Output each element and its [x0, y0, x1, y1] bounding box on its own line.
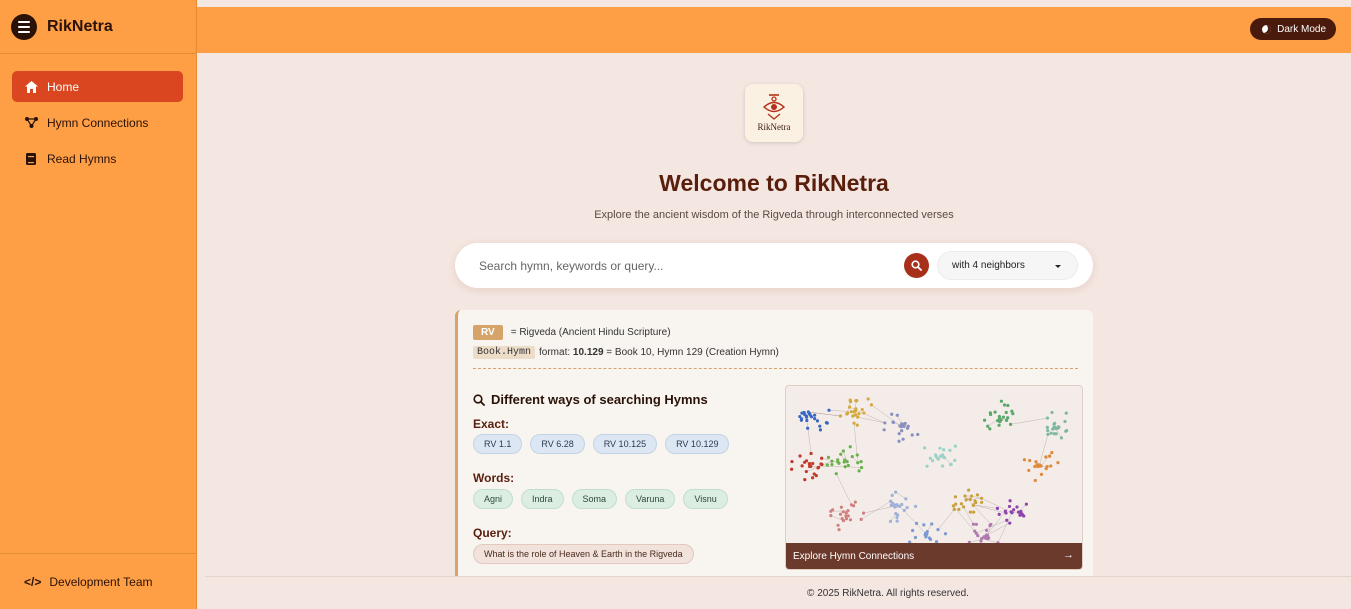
search-input[interactable] [479, 255, 879, 277]
eye-emblem-icon [762, 94, 786, 120]
menu-icon [18, 20, 30, 23]
exact-chips: RV 1.1 RV 6.28 RV 10.125 RV 10.129 [473, 434, 730, 454]
sidebar-item-read-hymns[interactable]: Read Hymns [12, 143, 183, 174]
home-icon [24, 80, 38, 93]
format-code: Book.Hymn [473, 346, 536, 359]
search-ways-heading: Different ways of searching Hymns [473, 392, 708, 407]
arrow-right-icon: → [1063, 549, 1074, 561]
code-icon: </> [24, 574, 42, 589]
page-subtitle: Explore the ancient wisdom of the Rigved… [594, 209, 954, 221]
footer: © 2025 RikNetra. All rights reserved. [205, 576, 1351, 609]
format-legend: Book.Hymn format: 10.129 = Book 10, Hymn… [473, 346, 779, 359]
divider [473, 368, 1078, 369]
moon-icon [1262, 24, 1272, 34]
exact-chip[interactable]: RV 6.28 [530, 434, 585, 454]
word-chip[interactable]: Agni [473, 489, 514, 509]
sidebar-item-label: Home [47, 79, 80, 94]
neighbors-select[interactable]: with 4 neighbors [937, 251, 1078, 280]
search-button[interactable] [904, 253, 929, 278]
sidebar-item-label: Hymn Connections [47, 115, 149, 130]
words-label: Words: [473, 471, 515, 485]
logo-text: RikNetra [757, 122, 791, 132]
rv-description: = Rigveda (Ancient Hindu Scripture) [510, 327, 671, 338]
format-text: format: [539, 347, 571, 358]
words-chips: Agni Indra Soma Varuna Visnu [473, 489, 728, 509]
query-chip[interactable]: What is the role of Heaven & Earth in th… [473, 544, 694, 564]
query-label: Query: [473, 526, 512, 540]
book-icon [24, 152, 38, 165]
chevron-down-icon [1055, 265, 1061, 268]
sidebar: RikNetra Home Hymn Connections Read Hymn… [0, 0, 197, 609]
top-bar: Dark Mode [197, 7, 1351, 53]
query-chips: What is the role of Heaven & Earth in th… [473, 544, 694, 564]
sidebar-header: RikNetra [0, 0, 196, 54]
app-logo: RikNetra [745, 84, 803, 142]
exact-chip[interactable]: RV 10.125 [592, 434, 658, 454]
sidebar-item-development-team[interactable]: </> Development Team [0, 553, 197, 609]
search-icon [911, 260, 922, 271]
word-chip[interactable]: Varuna [625, 489, 676, 509]
exact-chip[interactable]: RV 10.129 [665, 434, 730, 454]
menu-toggle-button[interactable] [11, 13, 37, 40]
sidebar-item-hymn-connections[interactable]: Hymn Connections [12, 107, 183, 138]
format-example: 10.129 [572, 347, 604, 358]
sidebar-footer-label: Development Team [49, 574, 153, 589]
neighbors-selected-value: with 4 neighbors [952, 260, 1025, 271]
sidebar-nav: Home Hymn Connections Read Hymns [0, 54, 196, 174]
dark-mode-label: Dark Mode [1277, 23, 1326, 35]
search-bar: with 4 neighbors [455, 243, 1093, 288]
sidebar-item-label: Read Hymns [47, 151, 117, 166]
word-chip[interactable]: Indra [521, 489, 564, 509]
explore-label: Explore Hymn Connections [793, 550, 915, 562]
word-chip[interactable]: Soma [571, 489, 618, 509]
brand-name: RikNetra [47, 17, 113, 35]
explore-connections-button[interactable]: Explore Hymn Connections → [786, 543, 1082, 569]
hymn-graph-preview[interactable]: Explore Hymn Connections → [785, 385, 1083, 570]
dark-mode-button[interactable]: Dark Mode [1250, 18, 1336, 40]
rv-badge: RV [473, 325, 503, 340]
format-description: = Book 10, Hymn 129 (Creation Hymn) [606, 347, 779, 358]
word-chip[interactable]: Visnu [683, 489, 728, 509]
network-icon [24, 117, 38, 128]
search-icon [473, 393, 485, 406]
copyright-text: © 2025 RikNetra. All rights reserved. [807, 587, 969, 599]
exact-label: Exact: [473, 417, 510, 431]
rv-legend: RV = Rigveda (Ancient Hindu Scripture) [473, 325, 671, 340]
exact-chip[interactable]: RV 1.1 [473, 434, 523, 454]
page-title: Welcome to RikNetra [659, 170, 889, 196]
info-card: RV = Rigveda (Ancient Hindu Scripture) B… [455, 310, 1093, 580]
sidebar-item-home[interactable]: Home [12, 71, 183, 102]
